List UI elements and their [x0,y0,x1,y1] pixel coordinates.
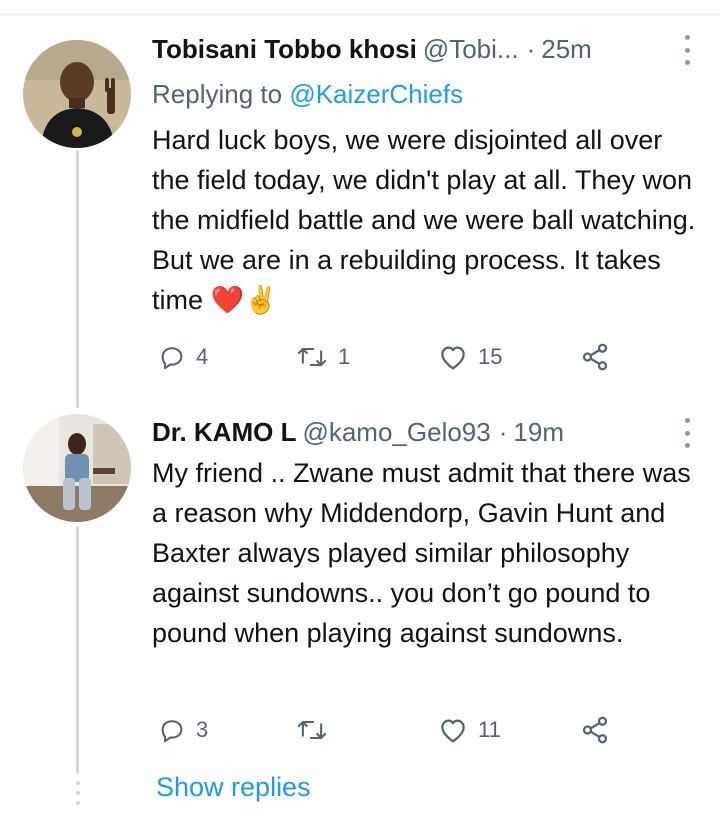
handle[interactable]: @kamo_Gelo93 [302,417,490,448]
tweet-actions: 3 11 [152,710,622,750]
victory-hand-emoji: ✌️ [244,285,278,315]
display-name[interactable]: Tobisani Tobbo khosi [152,34,417,65]
avatar[interactable] [23,414,131,522]
reply-icon [161,347,183,370]
reply-button[interactable]: 4 [158,337,208,377]
reply-count: 4 [196,344,209,369]
separator: · [498,416,508,447]
replying-to: Replying to @KaizerChiefs [152,79,463,110]
heart-icon [441,346,465,370]
timestamp[interactable]: 25m [541,34,592,65]
timestamp[interactable]: 19m [513,417,564,448]
heart-icon [441,719,465,743]
avatar-image [23,40,131,148]
like-button[interactable]: 11 [438,710,501,750]
heart-emoji: ❤️ [210,285,245,315]
tweet-actions: 4 1 15 [152,337,622,377]
tweet-thread: Tobisani Tobbo khosi @Tobi... · 25m Repl… [0,0,720,817]
thread-line [76,150,79,408]
reply-count: 3 [196,717,209,742]
share-icon [582,343,608,371]
like-button[interactable]: 15 [438,337,502,377]
tweet-body: My friend .. Zwane must admit that there… [152,458,691,648]
retweet-icon [297,720,327,740]
replying-label: Replying to [152,79,283,109]
thread-continuation-dots [74,781,82,805]
show-replies-link[interactable]: Show replies [156,772,311,803]
share-button[interactable] [580,337,610,377]
avatar-image [23,414,131,522]
share-icon [582,716,608,744]
handle[interactable]: @Tobi... [423,34,519,65]
divider [0,14,720,15]
retweet-button[interactable]: 1 [296,337,350,377]
tweet-text: Hard luck boys, we were disjointed all o… [152,120,700,320]
like-count: 11 [478,717,501,742]
display-name[interactable]: Dr. KAMO L [152,417,296,448]
retweet-count: 1 [338,344,351,369]
mention-link[interactable]: @KaizerChiefs [289,79,463,109]
like-count: 15 [478,344,503,369]
avatar[interactable] [23,40,131,148]
more-icon[interactable] [680,35,694,65]
separator: · [526,33,536,64]
retweet-button[interactable] [296,710,338,750]
thread-line [76,526,79,774]
reply-button[interactable]: 3 [158,710,208,750]
tweet-text: My friend .. Zwane must admit that there… [152,453,700,653]
reply-icon [161,720,183,743]
tweet-header: Dr. KAMO L @kamo_Gelo93 · 19m [152,414,694,450]
tweet-header: Tobisani Tobbo khosi @Tobi... · 25m [152,31,694,67]
retweet-icon [297,347,327,367]
share-button[interactable] [580,710,610,750]
more-icon[interactable] [680,418,694,448]
